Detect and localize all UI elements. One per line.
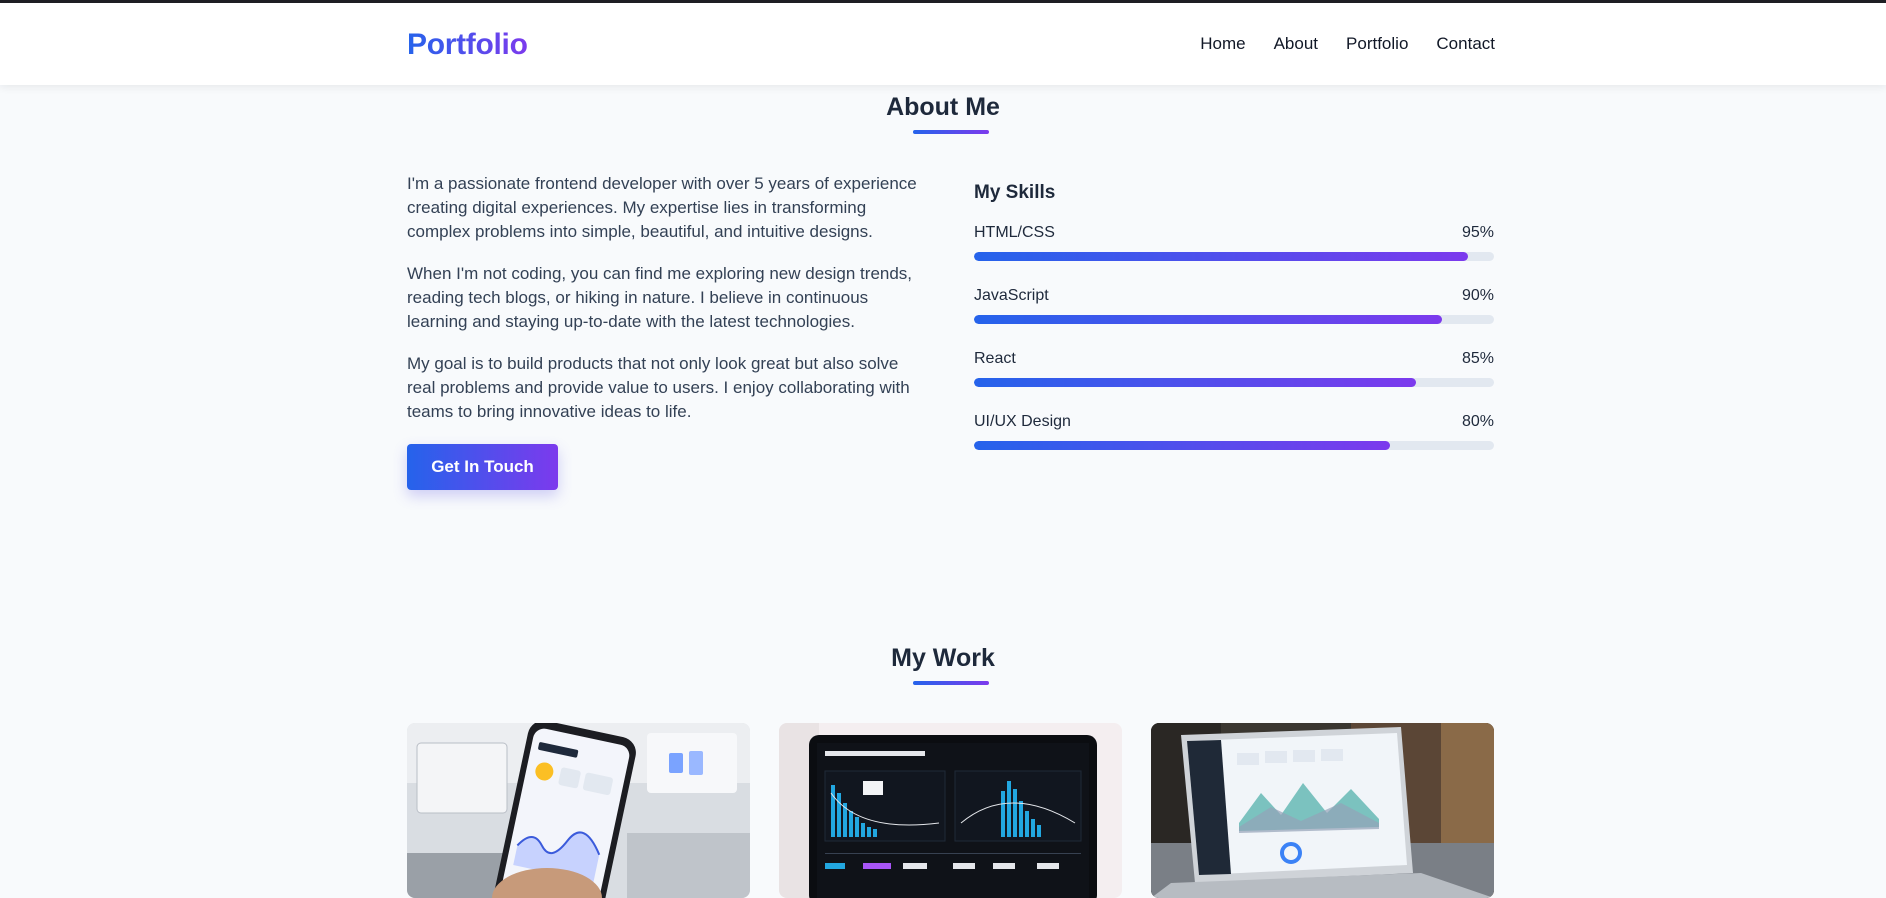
laptop-dashboard-photo: [1151, 723, 1494, 898]
work-card-phone-app[interactable]: [407, 723, 750, 898]
about-paragraph: I'm a passionate frontend developer with…: [407, 174, 917, 241]
skill-name: JavaScript: [974, 287, 1049, 304]
analytics-laptop-photo: [779, 723, 1122, 898]
skill-fill: [974, 378, 1416, 387]
about-title: About Me: [886, 93, 1000, 121]
main-nav: Home About Portfolio Contact: [1200, 34, 1495, 54]
skill-percent: 80%: [1461, 413, 1494, 430]
work-card-dashboard[interactable]: [1151, 723, 1494, 898]
work-grid: [407, 723, 1494, 898]
work-title-underline: [913, 681, 989, 685]
phone-app-photo: [407, 723, 750, 898]
skill-ui-ux: UI/UX Design 80%: [974, 413, 1494, 450]
skills-title: My Skills: [974, 182, 1056, 203]
skill-name: HTML/CSS: [974, 224, 1055, 241]
skill-name: React: [974, 350, 1016, 367]
work-card-analytics[interactable]: [779, 723, 1122, 898]
skill-track: [974, 441, 1494, 450]
skill-javascript: JavaScript 90%: [974, 287, 1494, 324]
about-title-underline: [913, 130, 989, 134]
skill-fill: [974, 315, 1442, 324]
skill-track: [974, 315, 1494, 324]
skill-fill: [974, 441, 1390, 450]
skill-name: UI/UX Design: [974, 413, 1071, 430]
logo[interactable]: Portfolio: [407, 28, 528, 62]
work-title: My Work: [891, 644, 995, 672]
nav-about[interactable]: About: [1274, 34, 1318, 54]
skill-percent: 95%: [1461, 224, 1494, 241]
skill-fill: [974, 252, 1468, 261]
about-paragraph: My goal is to build products that not on…: [407, 354, 910, 421]
skill-track: [974, 378, 1494, 387]
nav-portfolio[interactable]: Portfolio: [1346, 34, 1408, 54]
nav-contact[interactable]: Contact: [1436, 34, 1495, 54]
nav-home[interactable]: Home: [1200, 34, 1245, 54]
skill-html-css: HTML/CSS 95%: [974, 224, 1494, 261]
skill-percent: 90%: [1461, 287, 1494, 304]
about-paragraph: When I'm not coding, you can find me exp…: [407, 264, 913, 331]
about-text: I'm a passionate frontend developer with…: [407, 172, 927, 442]
skill-react: React 85%: [974, 350, 1494, 387]
get-in-touch-button[interactable]: Get In Touch: [407, 444, 558, 490]
skills-panel: My Skills HTML/CSS 95% JavaScript 90% Re…: [974, 182, 1494, 476]
site-header: Portfolio Home About Portfolio Contact: [0, 3, 1886, 85]
skill-track: [974, 252, 1494, 261]
skill-percent: 85%: [1461, 350, 1494, 367]
